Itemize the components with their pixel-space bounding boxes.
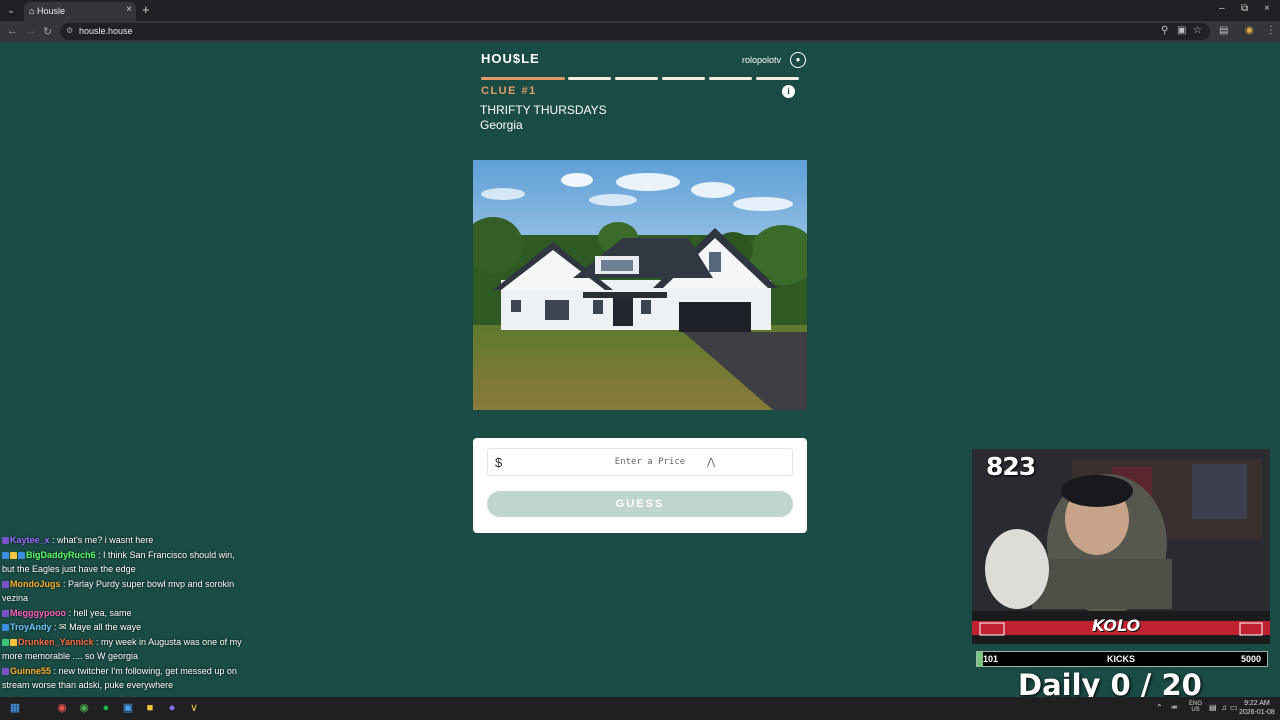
kicks-current: 101 [983,654,999,664]
chat-username[interactable]: Kaytee_x [10,535,50,545]
kicks-label: KICKS [1107,654,1136,664]
chat-username[interactable]: Drunken_Yannick [18,637,94,647]
chat-badge-icon [2,609,9,617]
text-cursor-icon: ⋀ [707,457,716,468]
info-icon[interactable]: i [782,85,795,98]
reload-icon[interactable]: ↻ [43,25,52,38]
language-indicator[interactable]: ENG US [1189,701,1202,713]
os-taskbar: ▦ ◉ ◉ ● ▣ ■ ● ∨ ⌃ ⚮ ENG US ▤ ♫ ▭ 9:22 AM… [0,697,1280,720]
progress-segment [568,77,611,80]
address-bar[interactable]: ⚙ housle.house [60,23,1210,40]
chat-message: Kaytee_x : what's me? i wasnt here [0,533,242,548]
chat-username[interactable]: MondoJugs [10,579,61,589]
folder-icon[interactable]: ■ [143,701,157,715]
url-text: housle.house [79,26,133,36]
volume-icon[interactable]: ♫ [1221,703,1227,712]
clue-location: Georgia [480,118,523,132]
chat-text: : hell yea, same [68,607,132,618]
app-icon[interactable]: ∨ [187,701,201,715]
clock-time: 9:22 AM [1244,700,1270,707]
chat-message: BigDaddyRuch6 : I think San Francisco sh… [0,548,242,577]
kicks-progress-fill [977,652,983,666]
user-icon[interactable]: ● [790,52,806,68]
tab-title: Housle [37,6,66,16]
clock-date: 2026-01-08 [1239,709,1275,716]
site-info-icon[interactable]: ⚙ [66,26,73,35]
close-window-icon[interactable]: × [1264,3,1270,14]
battery-icon[interactable]: ▭ [1230,703,1238,712]
progress-segment [709,77,752,80]
chat-badge-icon [2,551,9,559]
kicks-goal-bar: 101 KICKS 5000 [976,651,1268,667]
close-tab-icon[interactable]: × [126,4,132,15]
chat-username[interactable]: Megggypooo [10,608,66,618]
clue-label: CLUE #1 [481,85,537,97]
chat-message: MondoJugs : Parlay Purdy super bowl mvp … [0,577,242,606]
chat-message: Megggypooo : hell yea, same [0,606,242,621]
app-icon[interactable]: ◉ [55,701,69,715]
back-arrow-icon[interactable]: ← [7,25,18,37]
chat-message: TroyAndy : ✉ Maye all the waye [0,620,242,635]
cast-icon[interactable]: ▣ [1177,25,1186,36]
guess-button[interactable]: GUESS [487,491,793,517]
chat-badge-icon [2,667,9,675]
app-icon[interactable]: ● [165,701,179,715]
mic-icon[interactable]: ⚮ [1171,703,1178,712]
chat-message: Guinne55 : new twitcher I'm following, g… [0,664,242,693]
chat-badge-icon [10,551,17,559]
clue-theme: THRIFTY THURSDAYS [480,103,607,117]
zoom-icon[interactable]: ⚲ [1161,25,1168,36]
progress-segment [662,77,705,80]
chevron-down-icon[interactable]: ⌄ [4,3,18,17]
chat-badge-icon [2,537,9,545]
progress-segment [481,77,565,80]
kicks-goal: 5000 [1240,654,1261,664]
progress-segment [756,77,799,80]
chat-text: : ✉ Maye all the waye [54,622,142,632]
network-icon[interactable]: ▤ [1209,703,1217,712]
spotify-icon[interactable]: ● [99,701,113,715]
chat-message: Drunken_Yannick : my week in Augusta was… [0,635,242,664]
chat-badge-icon [2,580,9,588]
viewer-count: 823 [986,452,1036,481]
chat-badge-icon [2,638,9,646]
chat-badge-icon [18,551,25,559]
house-photo [473,160,807,410]
username[interactable]: rolopolotv [742,55,781,65]
restore-icon[interactable]: ⧉ [1241,3,1248,14]
housle-logo[interactable]: HOU$LE [481,51,540,66]
extensions-icon[interactable]: ▤ [1219,25,1228,36]
tray-chevron-icon[interactable]: ⌃ [1156,703,1163,712]
guess-card: $ ⋀ GUESS [473,438,807,533]
start-icon[interactable]: ▦ [8,701,22,715]
browser-tab[interactable]: ⌂ Housle × [24,2,136,21]
bookmark-star-icon[interactable]: ☆ [1193,25,1202,36]
taskbar-clock[interactable]: 9:22 AM 2026-01-08 [1239,699,1275,717]
price-input[interactable] [512,451,788,473]
currency-symbol: $ [495,455,503,470]
browser-toolbar: ← → ↻ ⚙ housle.house ⚲ ▣ ☆ ▤ ◉ ⋮ [0,21,1280,42]
chat-username[interactable]: Guinne55 [10,666,51,676]
plus-icon[interactable]: + [142,2,150,17]
minimize-icon[interactable]: – [1219,3,1225,14]
progress-segment [615,77,658,80]
chat-badge-icon [10,638,17,646]
chrome-icon[interactable]: ◉ [77,701,91,715]
chat-username[interactable]: TroyAndy [10,622,52,632]
profile-icon[interactable]: ◉ [1245,25,1254,36]
browser-tab-bar: ⌄ ⌂ Housle × + – ⧉ × [0,0,1280,21]
price-field[interactable]: $ ⋀ [487,448,793,476]
chat-username[interactable]: BigDaddyRuch6 [26,550,96,560]
stream-chat: Kaytee_x : what's me? i wasnt here BigDad… [0,533,242,720]
app-icon[interactable]: ▣ [121,701,135,715]
kebab-menu-icon[interactable]: ⋮ [1266,25,1276,36]
chat-text: : what's me? i wasnt here [52,535,154,545]
brand-logo: KOLO [1092,616,1141,635]
forward-arrow-icon[interactable]: → [25,25,36,37]
chat-badge-icon [2,624,9,632]
